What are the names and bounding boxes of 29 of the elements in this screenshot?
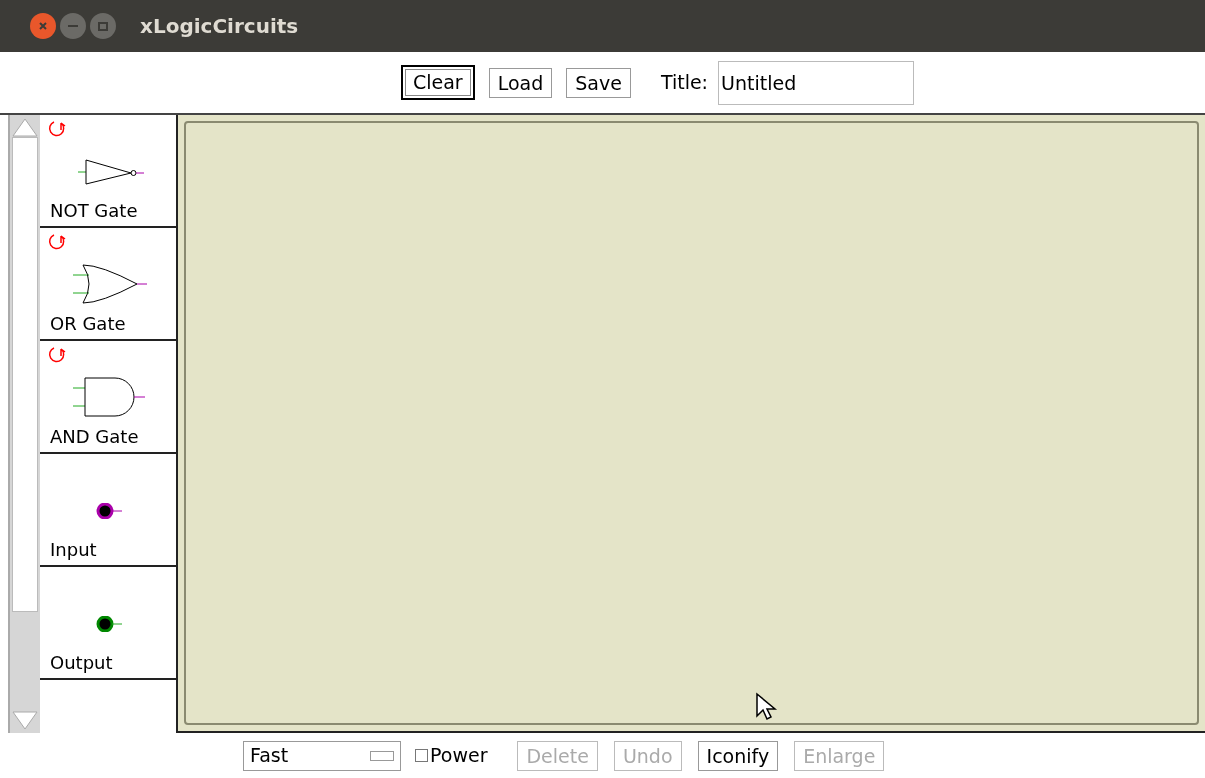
title-field[interactable]: Untitled — [718, 60, 915, 105]
toolbar-button[interactable]: Clear — [400, 65, 475, 100]
close-icon — [38, 21, 48, 31]
dropdown-indicator-icon — [370, 750, 394, 761]
toolbar-button[interactable]: Save — [566, 67, 631, 98]
palette-label: AND Gate — [50, 425, 139, 449]
palette-label: OR Gate — [50, 312, 126, 336]
rotate-icon[interactable] — [46, 119, 68, 139]
action-button[interactable]: Iconify — [697, 740, 779, 771]
not-gate-icon — [76, 156, 146, 187]
rotate-icon[interactable] — [46, 345, 68, 365]
palette-label: Input — [50, 538, 97, 562]
maximize-icon — [98, 21, 108, 31]
close-button[interactable] — [30, 13, 56, 39]
palette-label: NOT Gate — [50, 199, 138, 223]
scroll-up-arrow-icon[interactable] — [12, 117, 38, 137]
rotate-icon[interactable] — [46, 232, 68, 252]
minimize-icon — [68, 25, 78, 27]
mouse-cursor-icon — [755, 692, 779, 722]
title-label: Title: — [660, 70, 709, 96]
palette-label: Output — [50, 651, 113, 675]
maximize-button[interactable] — [90, 13, 116, 39]
toolbar-button[interactable]: Load — [488, 67, 553, 98]
minimize-button[interactable] — [60, 13, 86, 39]
speed-dropdown[interactable]: Fast — [243, 740, 401, 771]
scroll-down-arrow-icon[interactable] — [12, 711, 38, 731]
power-checkbox[interactable]: Power — [415, 741, 488, 770]
scrollbar[interactable] — [8, 115, 40, 733]
window-title: xLogicCircuits — [140, 13, 299, 40]
